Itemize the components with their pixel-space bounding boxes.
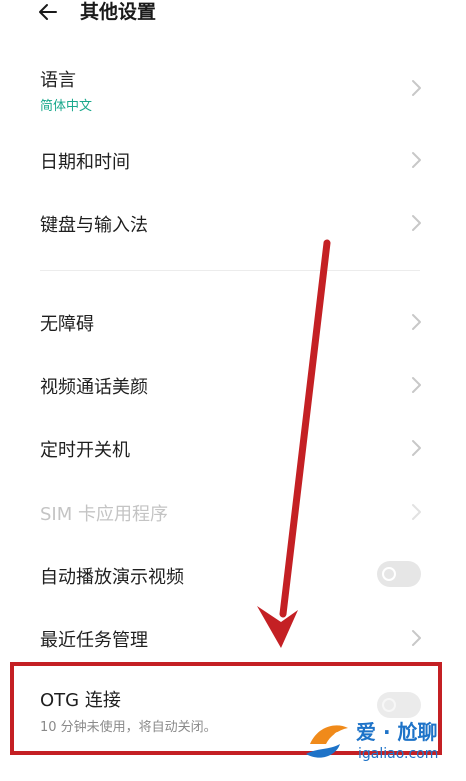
chevron-right-icon: [412, 630, 421, 646]
toggle-knob: [382, 567, 396, 581]
settings-item-label: 无障碍: [40, 314, 94, 335]
settings-page: 其他设置 语言 简体中文 日期和时间 键盘与输入法 无障碍 视频通话美颜 定时开…: [0, 0, 466, 781]
settings-item-keyboard[interactable]: 键盘与输入法: [0, 203, 466, 243]
settings-item-label: SIM 卡应用程序: [40, 504, 168, 525]
watermark-text-url: igaliao.com: [358, 746, 439, 762]
chevron-right-icon: [412, 215, 421, 231]
header: 其他设置: [0, 0, 466, 40]
autoplay-demo-toggle[interactable]: [377, 561, 421, 587]
chevron-right-icon: [412, 80, 421, 96]
watermark-text-main: 爱 · 尬聊: [356, 720, 438, 744]
settings-item-label: 键盘与输入法: [40, 215, 148, 236]
settings-item-language[interactable]: 语言 简体中文: [0, 60, 466, 120]
watermark: 爱 · 尬聊 igaliao.com: [300, 712, 460, 778]
chevron-right-icon: [412, 440, 421, 456]
settings-item-label: 视频通话美颜: [40, 377, 148, 398]
chevron-right-icon: [412, 504, 421, 520]
chevron-right-icon: [412, 377, 421, 393]
section-divider: [40, 270, 420, 271]
settings-item-recent-tasks[interactable]: 最近任务管理: [0, 618, 466, 658]
chevron-right-icon: [412, 314, 421, 330]
settings-item-label: 语言: [40, 70, 76, 91]
back-arrow-icon[interactable]: [36, 0, 60, 24]
settings-item-label: 自动播放演示视频: [40, 567, 184, 588]
settings-item-autoplay-demo: 自动播放演示视频: [0, 555, 466, 595]
settings-item-datetime[interactable]: 日期和时间: [0, 140, 466, 180]
settings-item-label: 最近任务管理: [40, 630, 148, 651]
settings-item-label: 定时开关机: [40, 440, 130, 461]
language-value: 简体中文: [40, 99, 93, 114]
settings-item-video-beauty[interactable]: 视频通话美颜: [0, 365, 466, 405]
page-title: 其他设置: [80, 1, 157, 23]
settings-item-label: 日期和时间: [40, 152, 130, 173]
settings-item-accessibility[interactable]: 无障碍: [0, 302, 466, 342]
settings-item-sim-apps: SIM 卡应用程序: [0, 492, 466, 532]
chevron-right-icon: [412, 152, 421, 168]
watermark-logo-icon: [306, 725, 348, 758]
settings-item-scheduled-power[interactable]: 定时开关机: [0, 428, 466, 468]
